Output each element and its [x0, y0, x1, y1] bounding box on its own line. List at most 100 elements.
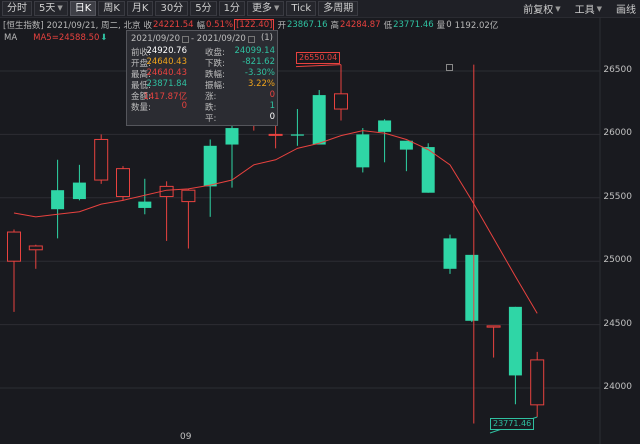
adjust-mode-dropdown[interactable]: 前复权 ▼	[523, 1, 561, 17]
chevron-down-icon: ▼	[555, 4, 561, 13]
popup-stat-value: 0	[181, 101, 187, 111]
candle-body	[72, 182, 86, 200]
y-axis-tick-label: 26500	[603, 65, 632, 75]
popup-stat-value: 24640.43	[146, 57, 187, 67]
draw-line-button[interactable]: 画线	[616, 1, 636, 16]
y-axis-tick-label: 24500	[603, 318, 632, 329]
candle-body	[312, 95, 326, 145]
popup-stat-value: 0	[269, 112, 275, 122]
toolbar-right-group: 前复权 ▼ 工具 ▼ 画线	[513, 0, 640, 17]
period-button-label: 5天	[39, 3, 56, 14]
popup-count: (1)	[260, 33, 273, 43]
candle-body	[116, 168, 130, 198]
tools-dropdown[interactable]: 工具 ▼	[574, 1, 602, 17]
candle-body	[508, 306, 522, 376]
candle-body	[94, 138, 109, 181]
y-axis-tick-label: 24000	[603, 382, 632, 392]
period-toolbar: 分时 5天 ▼ 日K 周K 月K 30分 5分 1分 更多 ▼ Tick 多周期 前复权 ▼ 工具 ▼ 画线	[0, 0, 640, 18]
popup-stat-row: 最高: 24640.43 跌幅: -3.30%	[131, 68, 275, 80]
period-button[interactable]: 多周期	[318, 1, 359, 16]
popup-date-from: 2021/09/20	[131, 34, 180, 44]
period-button-label: 分时	[7, 3, 27, 14]
candle-body	[356, 134, 370, 168]
period-button-label: 30分	[160, 3, 184, 14]
period-button-label: 周K	[103, 3, 120, 14]
popup-stat-label: 平:	[205, 114, 217, 124]
chevron-down-icon: ▼	[57, 4, 63, 12]
popup-stat-row: 开盘: 24640.43 下跌: -821.62	[131, 57, 275, 69]
period-button-label: 1分	[223, 3, 240, 14]
popup-stat-row: 前收: 24920.76 收盘: 24099.14	[131, 46, 275, 58]
popup-stat-value: 0	[269, 90, 275, 100]
y-axis-tick-label: 25500	[603, 191, 632, 202]
date-picker-icon[interactable]	[247, 35, 255, 43]
popup-stat-value: -821.62	[242, 57, 275, 67]
adjust-mode-label: 前复权	[523, 5, 554, 16]
y-axis-tick-label: 26000	[603, 128, 632, 139]
candle-body	[181, 189, 196, 203]
popup-stat-value: -3.30%	[244, 68, 275, 78]
x-axis-tick-label: 09	[180, 432, 192, 442]
arrow-down-icon: ⬇	[100, 33, 108, 43]
candle-body	[290, 134, 304, 136]
crosshair-marker-icon	[446, 64, 453, 71]
period-button-label: 多周期	[323, 3, 354, 14]
popup-stat-row: 最低: 23871.84 振幅: 3.22%	[131, 79, 275, 91]
interval-stats-popup: 2021/09/20 - 2021/09/20 (1) 前收: 24920.76 收…	[126, 30, 278, 126]
chevron-down-icon: ▼	[596, 4, 602, 13]
period-button[interactable]: 5天 ▼	[34, 1, 68, 16]
popup-stat-value: 3.22%	[247, 79, 275, 89]
candle-body	[378, 120, 392, 132]
ma-indicator-line: MA MA5=24588.50 ⬇	[0, 32, 108, 44]
candle-body	[138, 201, 152, 208]
popup-date-range: 2021/09/20 - 2021/09/20 (1)	[131, 33, 273, 44]
candle-body	[334, 93, 348, 110]
candle-body	[7, 231, 21, 262]
candle-body	[443, 238, 457, 269]
candlestick-chart[interactable]	[0, 17, 640, 444]
period-button-label: 月K	[131, 3, 149, 14]
period-button-label: Tick	[291, 3, 312, 14]
high-leader-line	[295, 64, 342, 68]
candle-body	[530, 359, 545, 406]
popup-date-to: 2021/09/20	[196, 34, 246, 44]
period-button[interactable]: 周K	[98, 1, 125, 16]
period-button[interactable]: 月K	[126, 1, 154, 16]
popup-stat-value: 1	[269, 101, 275, 111]
date-picker-icon[interactable]	[182, 35, 189, 43]
candle-body	[225, 128, 239, 145]
popup-stat-row: 金额: 1417.87亿 涨: 0	[131, 90, 275, 102]
candle-body	[268, 133, 283, 136]
popup-stat-value: 24920.76	[146, 46, 187, 56]
period-button[interactable]: 分时	[2, 1, 32, 16]
period-button[interactable]: 更多 ▼	[246, 1, 285, 16]
high-price-tag: 26550.04	[296, 52, 341, 64]
candle-body	[203, 145, 217, 187]
popup-stat-row: 平: 0	[131, 112, 275, 124]
popup-stat-value: 23871.84	[146, 79, 187, 89]
ma-label: MA	[4, 33, 18, 43]
candle-body	[421, 147, 435, 193]
y-axis-tick-label: 25000	[603, 255, 632, 266]
tools-label: 工具	[574, 5, 595, 16]
low-price-tag: 23771.46	[490, 418, 535, 430]
chevron-down-icon: ▼	[273, 4, 280, 12]
period-button[interactable]: 30分	[155, 1, 189, 16]
popup-stat-value: 24640.43	[146, 68, 187, 78]
period-button[interactable]: 1分	[218, 1, 245, 16]
period-button[interactable]: Tick	[286, 1, 317, 16]
period-button-label: 日K	[74, 3, 92, 14]
ma5-value: MA5=24588.50	[33, 33, 100, 43]
period-button[interactable]: 5分	[190, 1, 217, 16]
popup-stat-value: 24099.14	[234, 46, 275, 56]
candle-body	[51, 190, 65, 210]
period-button[interactable]: 日K	[69, 1, 97, 16]
candle-body	[465, 254, 479, 321]
draw-line-label: 画线	[616, 5, 636, 16]
candle-body	[486, 325, 501, 328]
ma5-line	[13, 130, 538, 314]
popup-stat-row: 数量: 0 跌: 1	[131, 101, 275, 113]
candle-body	[28, 245, 43, 251]
period-button-label: 更多	[251, 3, 272, 14]
period-button-label: 5分	[195, 3, 212, 14]
